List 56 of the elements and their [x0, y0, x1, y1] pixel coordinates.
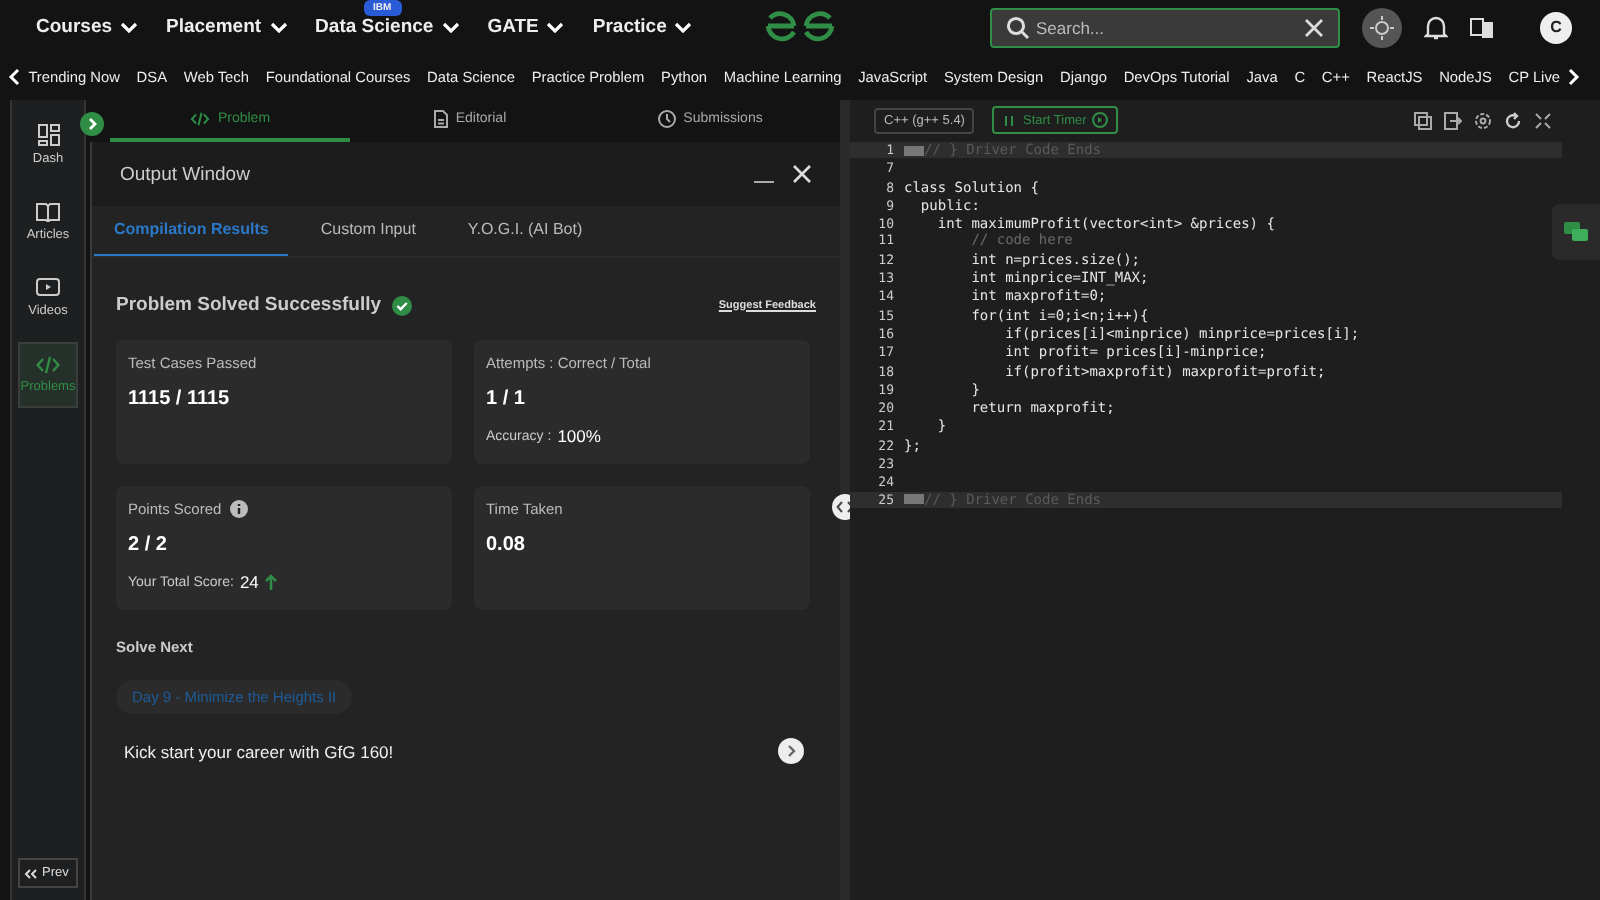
menu-item[interactable]: Practice — [592, 16, 693, 38]
chat-button[interactable] — [1552, 204, 1600, 260]
caret-icon — [546, 21, 565, 33]
grid-icon — [37, 124, 59, 146]
caret-icon — [269, 21, 288, 33]
caret-icon — [441, 21, 460, 33]
expand-icon[interactable] — [80, 112, 104, 136]
promo-text: Kick start your career with GfG 160! — [124, 741, 394, 761]
stat-value: 1 / 1 — [486, 388, 527, 410]
bell-icon[interactable] — [1424, 14, 1448, 40]
double-chevron-icon — [24, 867, 38, 879]
caret-icon — [120, 21, 139, 33]
window-title: Output Window — [120, 163, 250, 185]
menu-item[interactable]: GATE — [487, 16, 565, 38]
upload-icon[interactable] — [1444, 111, 1462, 129]
document-icon — [433, 110, 448, 128]
stat-note-value: 24 — [239, 572, 259, 592]
stat-value: 0.08 — [486, 534, 527, 556]
menu-item[interactable]: Courses — [36, 16, 139, 38]
fold-marker — [904, 494, 924, 505]
code-icon — [36, 356, 60, 374]
search-field[interactable]: Search... — [990, 7, 1340, 47]
menu-item[interactable]: Data Science — [315, 16, 460, 38]
avatar[interactable]: C — [1540, 11, 1572, 43]
theme-toggle-icon[interactable] — [1362, 7, 1402, 47]
search-icon — [1006, 15, 1030, 39]
caret-icon — [674, 21, 693, 33]
chevron-left-icon[interactable] — [8, 68, 20, 86]
stat-value: 2 / 2 — [128, 534, 169, 556]
translate-icon[interactable] — [1470, 15, 1494, 39]
code-icon — [189, 112, 210, 126]
tab[interactable]: Y.O.G.I. (AI Bot) — [447, 206, 603, 256]
fold-marker — [904, 145, 924, 156]
close-icon[interactable] — [792, 164, 812, 184]
copy-icon[interactable] — [1414, 111, 1432, 129]
tab[interactable]: Custom Input — [300, 206, 436, 256]
play-icon — [1092, 112, 1109, 128]
fullscreen-icon[interactable] — [1534, 111, 1552, 129]
chevron-right-icon[interactable] — [1568, 68, 1581, 86]
video-icon — [36, 278, 60, 298]
check-circle-icon — [391, 295, 412, 315]
pause-icon — [1002, 113, 1017, 127]
stat-value: 1115 / 1115 — [128, 388, 232, 410]
chat-icon — [1564, 222, 1588, 242]
reset-icon[interactable] — [1504, 111, 1522, 129]
stat-note-value: 100% — [557, 426, 601, 446]
chevron-right-icon[interactable] — [778, 738, 804, 764]
arrow-up-icon — [264, 574, 279, 590]
clock-icon — [657, 110, 676, 128]
logo-icon[interactable] — [764, 8, 836, 44]
menu-item[interactable]: Placement — [166, 16, 288, 38]
book-icon — [36, 202, 60, 222]
info-icon[interactable] — [229, 500, 248, 518]
close-icon[interactable] — [1304, 17, 1324, 37]
status-heading: Problem Solved Successfully — [116, 294, 382, 316]
settings-icon[interactable] — [1474, 111, 1492, 129]
